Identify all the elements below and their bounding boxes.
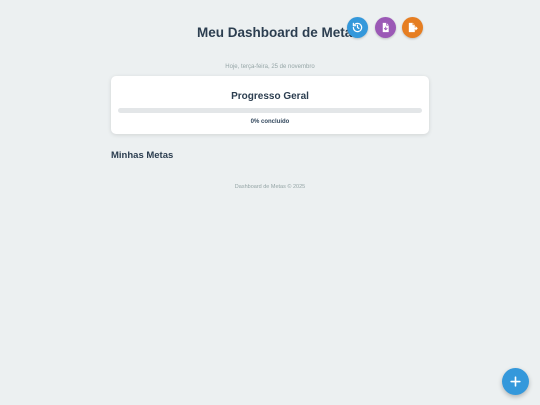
add-goal-button[interactable] xyxy=(502,368,529,395)
footer-text: Dashboard de Metas © 2025 xyxy=(234,184,306,190)
history-button[interactable] xyxy=(347,17,368,38)
progress-title: Progresso Geral xyxy=(231,91,309,102)
progress-label: 0% concluído xyxy=(250,119,290,125)
page-title: Meu Dashboard de Metas xyxy=(197,25,360,40)
plus-icon xyxy=(510,376,521,387)
progress-card: Progresso Geral 0% concluído xyxy=(111,76,429,134)
goals-section-title: Minhas Metas xyxy=(111,150,174,161)
progress-bar xyxy=(118,108,422,113)
import-button[interactable] xyxy=(402,17,423,38)
import-file-icon xyxy=(408,22,418,33)
export-button[interactable] xyxy=(375,17,396,38)
page-header: Meu Dashboard de Metas Hoje, terça-feira… xyxy=(0,14,540,70)
history-icon xyxy=(352,22,363,33)
export-file-icon xyxy=(382,22,389,33)
current-date: Hoje, terça-feira, 25 de novembro xyxy=(225,64,315,70)
